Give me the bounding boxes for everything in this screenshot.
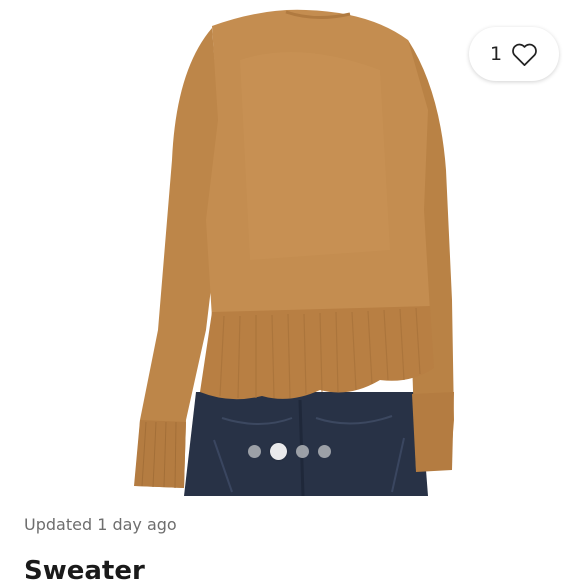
carousel-dot[interactable] [248,444,261,458]
carousel-dot-active[interactable] [270,442,287,460]
listing-page: 1 Updated 1 day ago Sweater [0,0,580,580]
product-image-gallery[interactable]: 1 [0,0,580,496]
like-button[interactable]: 1 [469,27,559,81]
like-count: 1 [489,42,503,65]
carousel-indicator [248,441,331,461]
heart-outline-icon [512,43,537,66]
carousel-dot[interactable] [318,444,331,458]
updated-timestamp: Updated 1 day ago [24,515,177,534]
listing-title: Sweater [24,556,145,580]
carousel-dot[interactable] [296,444,309,458]
